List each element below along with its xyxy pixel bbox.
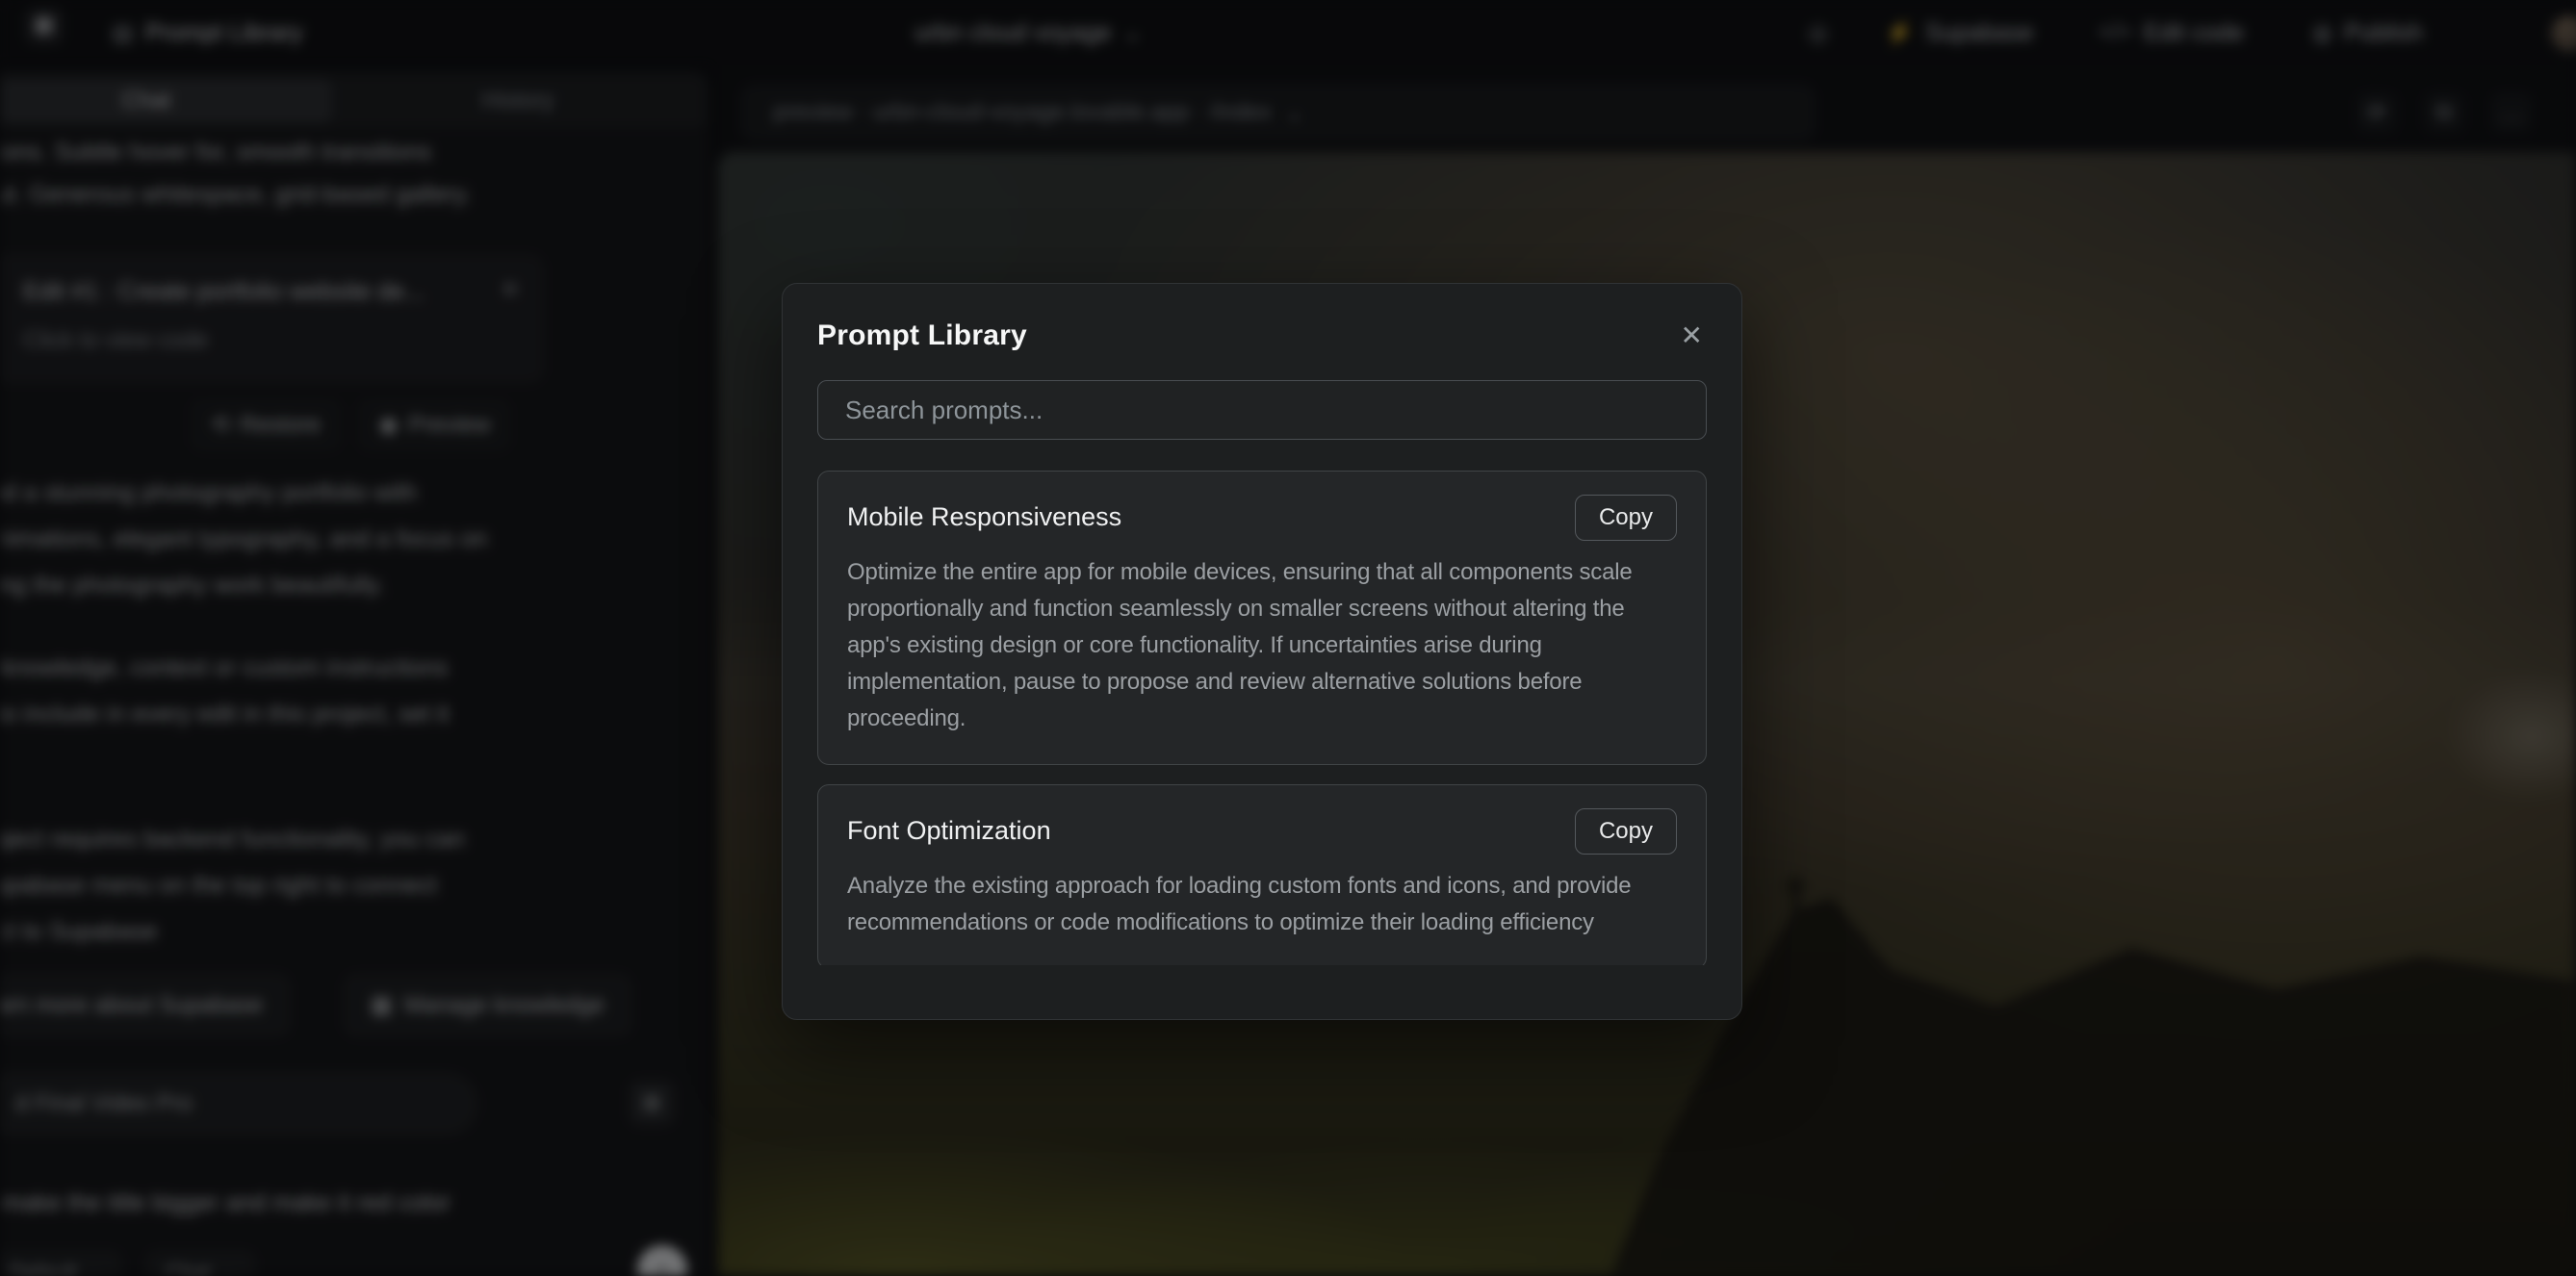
prompt-card-header: Mobile Responsiveness Copy: [847, 495, 1677, 541]
modal-header: Prompt Library ✕: [817, 317, 1707, 355]
prompt-description: Analyze the existing approach for loadin…: [847, 868, 1677, 941]
close-icon[interactable]: ✕: [1677, 319, 1707, 353]
search-input[interactable]: [817, 380, 1707, 440]
copy-button[interactable]: Copy: [1575, 495, 1677, 541]
prompt-description: Optimize the entire app for mobile devic…: [847, 554, 1677, 737]
modal-title: Prompt Library: [817, 319, 1027, 352]
prompt-title: Font Optimization: [847, 808, 1051, 846]
copy-button[interactable]: Copy: [1575, 808, 1677, 855]
prompt-list: Mobile Responsiveness Copy Optimize the …: [817, 471, 1707, 965]
prompt-library-modal: Prompt Library ✕ Mobile Responsiveness C…: [782, 283, 1742, 1020]
prompt-card-header: Font Optimization Copy: [847, 808, 1677, 855]
prompt-card: Font Optimization Copy Analyze the exist…: [817, 784, 1707, 965]
prompt-card: Mobile Responsiveness Copy Optimize the …: [817, 471, 1707, 765]
prompt-title: Mobile Responsiveness: [847, 495, 1121, 532]
